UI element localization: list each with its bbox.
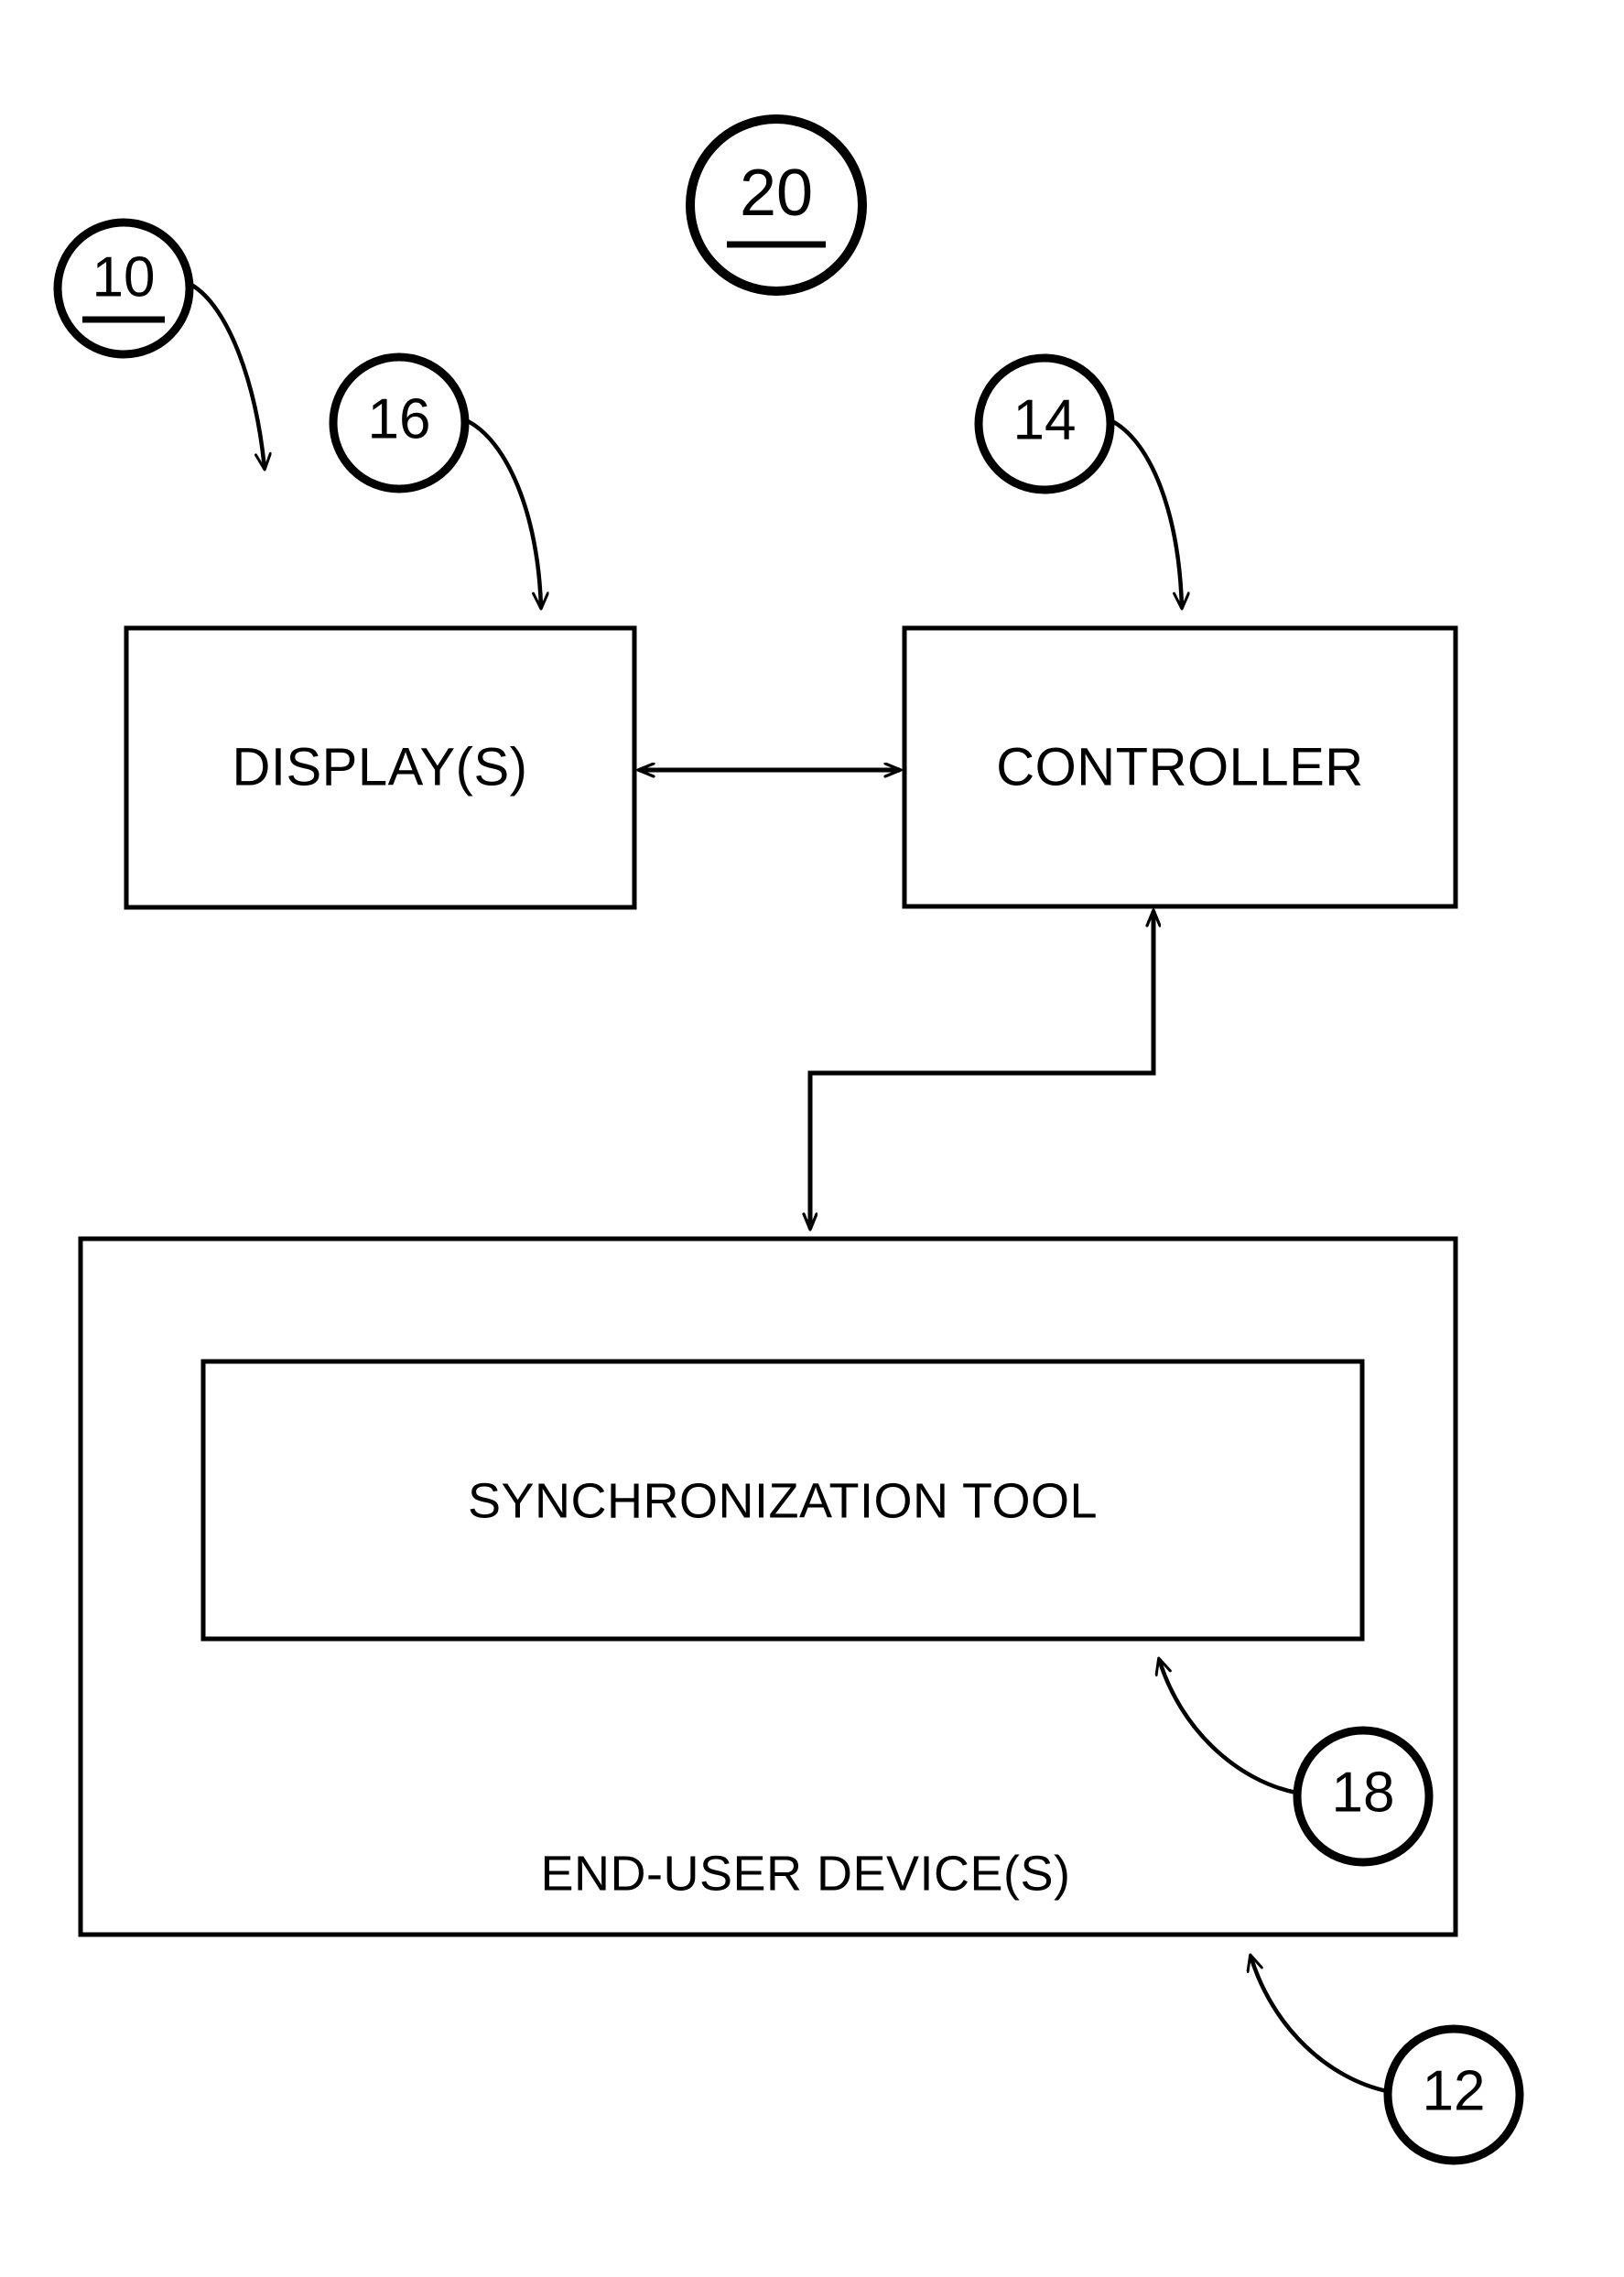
reference-label-16: 16: [368, 387, 431, 450]
reference-callout-10: 10: [53, 218, 265, 469]
reference-callout-16: 16: [329, 352, 541, 608]
reference-label-14: 14: [1013, 388, 1077, 451]
leader-line-10: [189, 283, 265, 469]
node-controller[interactable]: CONTROLLER: [902, 625, 1458, 909]
leader-line-14: [1109, 417, 1182, 608]
reference-label-18: 18: [1332, 1761, 1395, 1824]
end-user-device-label: END-USER DEVICE(S): [540, 1846, 1070, 1901]
reference-label-12: 12: [1423, 2059, 1486, 2122]
patent-figure: 20 10 16 14 DISPLAY(S) CONTROLLER END-US…: [0, 0, 1624, 2277]
node-display[interactable]: DISPLAY(S): [124, 625, 637, 910]
controller-box-label: CONTROLLER: [996, 737, 1363, 797]
display-box-label: DISPLAY(S): [232, 737, 527, 797]
leader-line-16: [465, 417, 541, 608]
synchronization-tool-label: SYNCHRONIZATION TOOL: [468, 1473, 1098, 1528]
node-synchronization-tool[interactable]: SYNCHRONIZATION TOOL: [200, 1359, 1365, 1642]
reference-callout-20: 20: [686, 114, 867, 296]
reference-callout-14: 14: [974, 353, 1182, 608]
connector-controller-device: [810, 911, 1153, 1229]
reference-callout-12: 12: [1250, 1956, 1524, 2165]
reference-label-20: 20: [740, 157, 813, 230]
leader-line-12: [1250, 1956, 1388, 2094]
reference-label-10: 10: [92, 245, 156, 309]
figure-canvas: 20 10 16 14 DISPLAY(S) CONTROLLER END-US…: [53, 114, 1524, 2165]
